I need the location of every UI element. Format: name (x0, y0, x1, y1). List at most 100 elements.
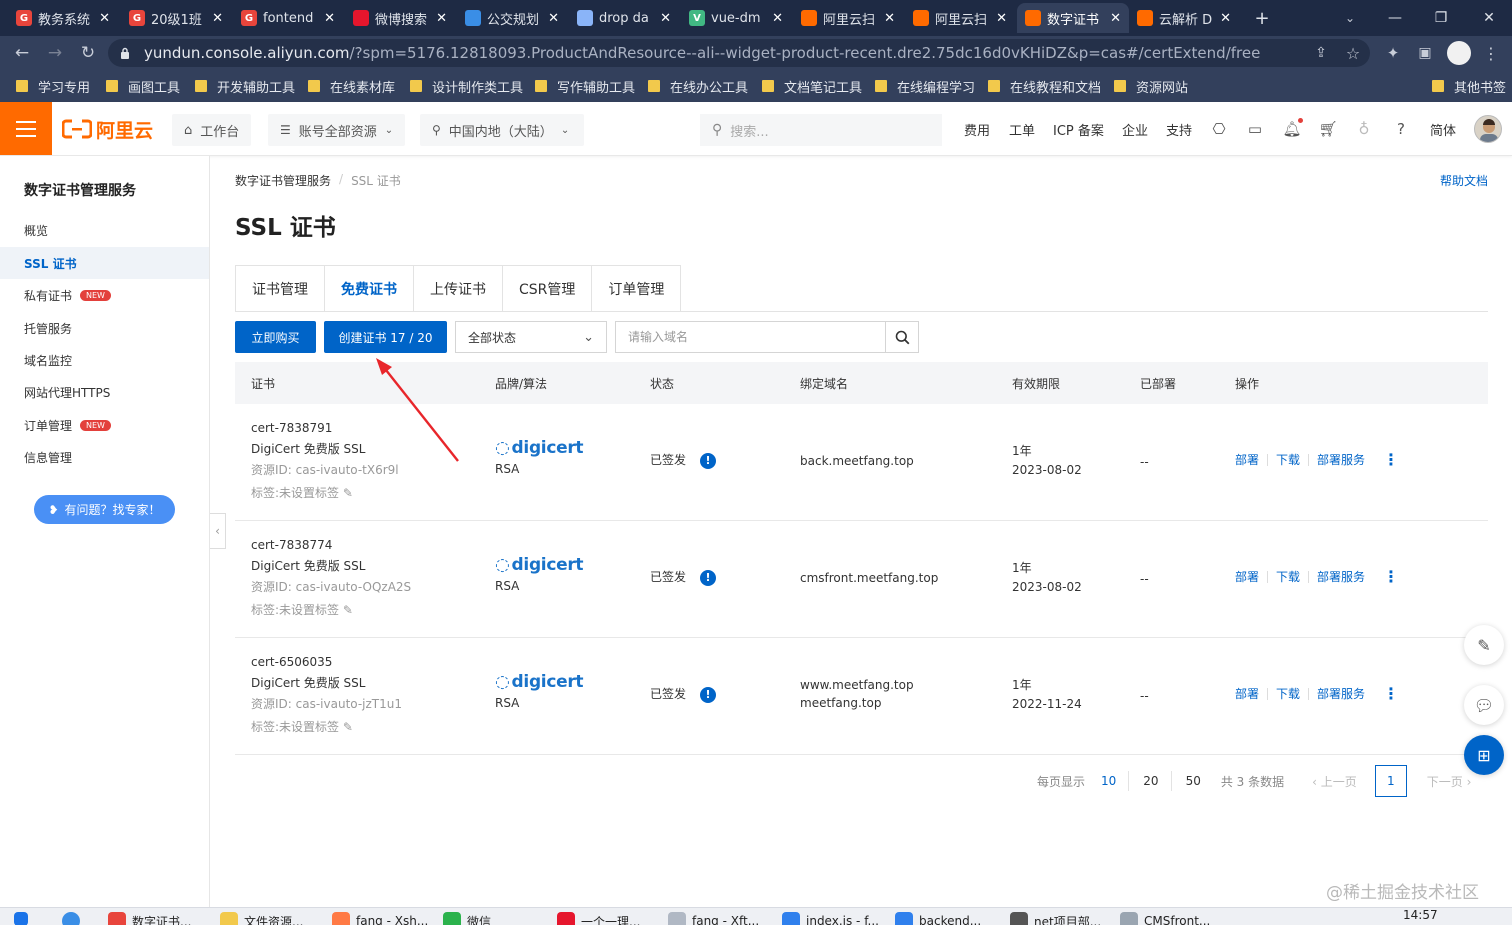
sidebar-item[interactable]: 网站代理HTTPS (0, 376, 209, 408)
menu-hamburger-icon[interactable] (0, 102, 52, 155)
bookmark-folder[interactable]: 在线素材库 (308, 70, 395, 102)
browser-tab[interactable]: 阿里云扫 ✕ (793, 3, 903, 33)
language-switch[interactable]: 简体 (1430, 102, 1456, 156)
prev-page-button[interactable]: ‹ 上一页 (1312, 773, 1357, 790)
tags-edit[interactable]: 标签:未设置标签 ✎ (251, 600, 411, 621)
console-search[interactable]: ⚲ 搜索... (700, 114, 942, 146)
deploy-service-link[interactable]: 部署服务 (1317, 451, 1365, 468)
tab-close-icon[interactable]: ✕ (436, 11, 447, 26)
deploy-service-link[interactable]: 部署服务 (1317, 568, 1365, 585)
windows-start-icon[interactable] (14, 912, 28, 925)
sidebar-item[interactable]: 信息管理 (0, 441, 209, 473)
sidebar-item[interactable]: 托管服务 (0, 312, 209, 344)
page-tab[interactable]: 免费证书 (324, 265, 413, 312)
tab-close-icon[interactable]: ✕ (660, 11, 671, 26)
share-icon[interactable]: ⇪ (1310, 42, 1332, 64)
nav-link-enterprise[interactable]: 企业 (1122, 102, 1148, 156)
apps-grid-icon[interactable]: ⊞ (1464, 735, 1504, 775)
feedback-edit-icon[interactable]: ✎ (1464, 625, 1504, 665)
more-vertical-icon[interactable]: ⋮ (1383, 450, 1399, 469)
terminal-icon[interactable]: ▭ (1246, 120, 1264, 138)
region-dropdown[interactable]: ⚲ 中国内地（大陆） ⌄ (420, 114, 584, 146)
sidebar-item[interactable]: 私有证书 NEW (0, 279, 209, 311)
page-size-50[interactable]: 50 (1186, 774, 1201, 788)
browser-tab[interactable]: Gfontend ✕ (233, 3, 343, 33)
restore-icon[interactable]: ❐ (1418, 0, 1464, 36)
bookmark-folder[interactable]: 文档笔记工具 (762, 70, 862, 102)
minimize-icon[interactable]: — (1372, 0, 1418, 36)
deploy-link[interactable]: 部署 (1235, 451, 1259, 468)
sidebar-item[interactable]: 域名监控 (0, 344, 209, 376)
chat-icon[interactable]: 💬︎ (1464, 685, 1504, 725)
next-page-button[interactable]: 下一页 › (1427, 773, 1472, 790)
download-link[interactable]: 下载 (1276, 568, 1300, 585)
bookmark-star-icon[interactable]: ☆ (1342, 42, 1364, 64)
ask-expert-button[interactable]: ❥ 有问题？找专家！ (34, 495, 175, 524)
bookmark-folder[interactable]: 资源网站 (1114, 70, 1188, 102)
user-avatar[interactable] (1474, 115, 1502, 143)
forward-arrow-icon[interactable]: → (44, 42, 66, 64)
page-tab[interactable]: 证书管理 (235, 265, 324, 312)
taskbar-app[interactable]: net项目部... (1010, 912, 1101, 925)
bookmark-folder[interactable]: 在线编程学习 (875, 70, 975, 102)
bookmark-folder[interactable]: 设计制作类工具 (410, 70, 523, 102)
sidebar-collapse-toggle[interactable]: ‹ (210, 513, 226, 549)
tab-close-icon[interactable]: ✕ (212, 11, 223, 26)
page-size-10[interactable]: 10 (1101, 774, 1116, 788)
tab-close-icon[interactable]: ✕ (884, 11, 895, 26)
bookmark-folder[interactable]: 其他书签 (1432, 70, 1506, 102)
taskbar-app[interactable]: fang - Xsh... (332, 912, 428, 925)
browser-menu-icon[interactable]: ⋮ (1480, 42, 1502, 64)
create-cert-button[interactable]: 创建证书 17 / 20 (324, 321, 447, 353)
more-vertical-icon[interactable]: ⋮ (1383, 567, 1399, 586)
taskbar-app[interactable]: fang - Xft... (668, 912, 759, 925)
page-size-20[interactable]: 20 (1143, 774, 1158, 788)
bookmark-folder[interactable]: 开发辅助工具 (195, 70, 295, 102)
browser-tab[interactable]: G 20级1班 ✕ (121, 3, 231, 33)
workbench-button[interactable]: ⌂ 工作台 (172, 114, 252, 146)
tab-close-icon[interactable]: ✕ (548, 11, 559, 26)
domain-input[interactable] (616, 322, 885, 352)
browser-tab[interactable]: 公交规划 ✕ (457, 3, 567, 33)
bookmark-folder[interactable]: 学习专用 (16, 70, 90, 102)
info-icon[interactable]: ! (700, 452, 717, 469)
bookmark-folder[interactable]: 在线教程和文档 (988, 70, 1101, 102)
sidepanel-icon[interactable]: ▣ (1414, 42, 1436, 64)
tags-edit[interactable]: 标签:未设置标签 ✎ (251, 483, 399, 504)
search-taskbar-icon[interactable] (62, 912, 80, 925)
bookmark-folder[interactable]: 画图工具 (106, 70, 180, 102)
browser-tab[interactable]: 数字证书 ✕ (1017, 3, 1129, 33)
download-link[interactable]: 下载 (1276, 685, 1300, 702)
profile-avatar-icon[interactable] (1447, 41, 1471, 65)
account-resources-dropdown[interactable]: ☰ 账号全部资源 ⌄ (268, 114, 406, 146)
tab-close-icon[interactable]: ✕ (772, 11, 783, 26)
taskbar-app[interactable]: backend... (895, 912, 981, 925)
info-icon[interactable]: ! (700, 686, 717, 703)
new-tab-icon[interactable]: + (1252, 8, 1272, 29)
info-icon[interactable]: ! (700, 569, 717, 586)
sidebar-item[interactable]: SSL 证书 (0, 247, 209, 279)
browser-tab[interactable]: 微博搜索 ✕ (345, 3, 455, 33)
url-field[interactable]: yundun.console.aliyun.com/?spm=5176.1281… (108, 39, 1370, 67)
tab-close-icon[interactable]: ✕ (99, 11, 110, 26)
cart-icon[interactable]: 🛒︎ (1318, 120, 1337, 138)
reload-icon[interactable]: ↻ (77, 42, 99, 64)
help-doc-link[interactable]: 帮助文档 (1440, 172, 1488, 189)
browser-tab[interactable]: Vvue-dm ✕ (681, 3, 791, 33)
sidebar-item[interactable]: 概览 (0, 214, 209, 246)
lightbulb-icon[interactable]: ♁ (1355, 120, 1373, 138)
taskbar-app[interactable]: 微信 (443, 912, 491, 925)
tab-search-icon[interactable]: ⌄ (1338, 6, 1362, 30)
tags-edit[interactable]: 标签:未设置标签 ✎ (251, 717, 402, 738)
tab-close-icon[interactable]: ✕ (1220, 11, 1231, 26)
page-1-button[interactable]: 1 (1374, 765, 1407, 797)
deploy-link[interactable]: 部署 (1235, 568, 1259, 585)
page-tab[interactable]: 订单管理 (591, 265, 682, 312)
taskbar-app[interactable]: 一个一理... (557, 912, 640, 925)
page-tab[interactable]: CSR管理 (502, 265, 592, 312)
taskbar-app[interactable]: 数字证书... (108, 912, 191, 925)
nav-link-support[interactable]: 支持 (1166, 102, 1192, 156)
nav-link-fees[interactable]: 费用 (964, 102, 990, 156)
breadcrumb-root[interactable]: 数字证书管理服务 (235, 172, 331, 189)
more-vertical-icon[interactable]: ⋮ (1383, 684, 1399, 703)
